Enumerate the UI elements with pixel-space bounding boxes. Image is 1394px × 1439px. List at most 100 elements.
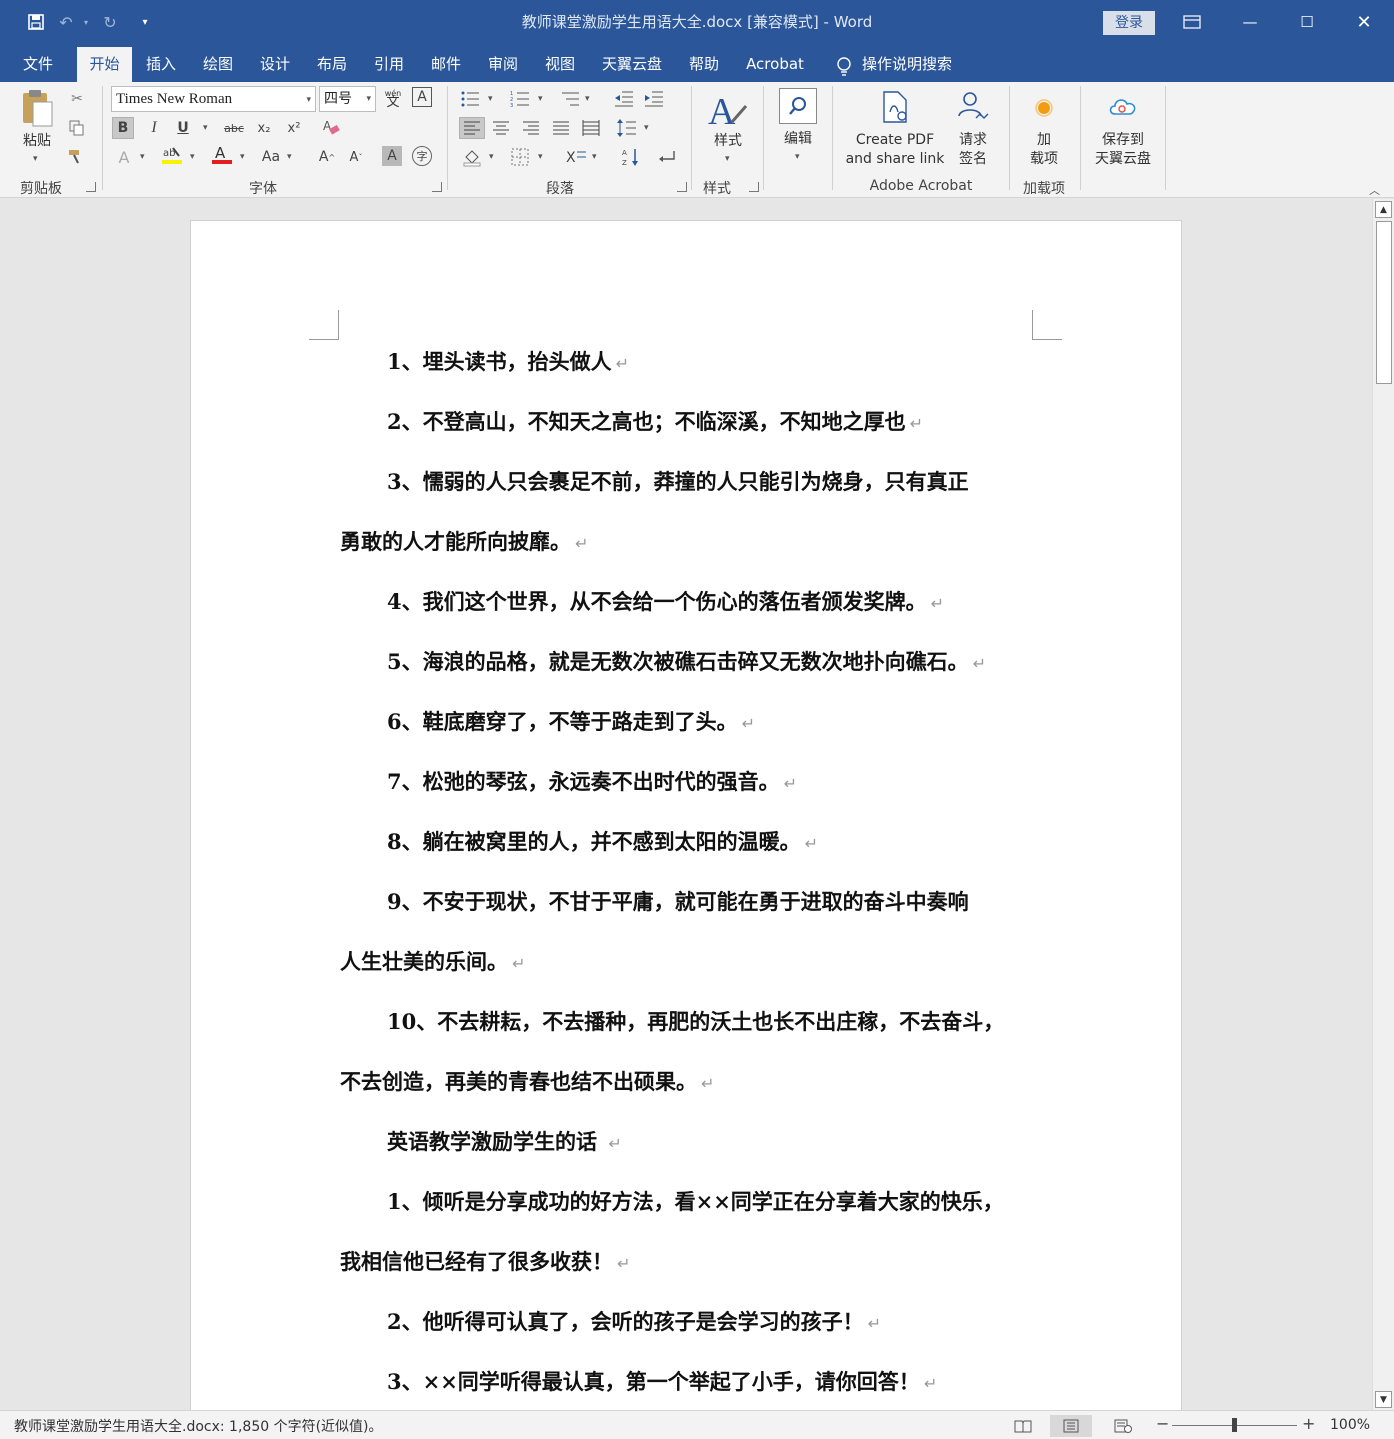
numbering-dropdown-icon[interactable]: ▾ — [538, 94, 543, 104]
zoom-in-icon[interactable]: + — [1302, 1414, 1315, 1433]
underline-dropdown-icon[interactable]: ▾ — [203, 123, 208, 133]
login-button[interactable]: 登录 — [1103, 11, 1155, 35]
line-spacing-icon[interactable] — [616, 117, 638, 139]
paragraph[interactable]: 英语教学激励学生的话 ↵ — [387, 1127, 622, 1159]
strikethrough-icon[interactable]: abc — [222, 117, 246, 139]
paste-dropdown-icon[interactable]: ▾ — [33, 154, 38, 164]
tab-tianyi-cloud[interactable]: 天翼云盘 — [590, 47, 674, 82]
increase-indent-icon[interactable] — [643, 88, 665, 110]
tab-view[interactable]: 视图 — [533, 47, 587, 82]
underline-icon[interactable]: U — [172, 117, 194, 139]
tab-help[interactable]: 帮助 — [677, 47, 731, 82]
tab-insert[interactable]: 插入 — [134, 47, 188, 82]
distributed-icon[interactable] — [580, 117, 602, 139]
paragraph[interactable]: 3、××同学听得最认真，第一个举起了小手，请你回答！ ↵ — [387, 1367, 937, 1399]
zoom-level[interactable]: 100% — [1330, 1417, 1370, 1433]
align-center-icon[interactable] — [490, 117, 512, 139]
read-mode-icon[interactable] — [1002, 1415, 1044, 1437]
tab-draw[interactable]: 绘图 — [191, 47, 245, 82]
tab-references[interactable]: 引用 — [362, 47, 416, 82]
collapse-ribbon-icon[interactable]: ︿ — [1369, 182, 1380, 198]
paragraph[interactable]: 6、鞋底磨穿了，不等于路走到了头。 ↵ — [387, 707, 755, 739]
copy-icon[interactable] — [66, 117, 88, 139]
grow-font-icon[interactable]: A ^ — [316, 146, 338, 168]
tab-home[interactable]: 开始 — [77, 47, 132, 82]
italic-icon[interactable]: I — [143, 117, 165, 139]
multilevel-list-icon[interactable] — [559, 88, 581, 110]
paragraph[interactable]: 1、埋头读书，抬头做人 ↵ — [387, 347, 629, 379]
editing-dropdown-icon[interactable]: ▾ — [795, 152, 800, 162]
zoom-out-icon[interactable]: − — [1156, 1414, 1169, 1433]
ribbon-display-options-icon[interactable] — [1164, 0, 1220, 44]
styles-launcher-icon[interactable] — [749, 182, 759, 192]
borders-icon[interactable] — [509, 146, 531, 168]
paragraph[interactable]: 9、不安于现状，不甘于平庸，就可能在勇于进取的奋斗中奏响 — [387, 887, 969, 917]
enclose-characters-icon[interactable]: 字 — [412, 146, 432, 166]
scroll-thumb[interactable] — [1376, 221, 1392, 384]
text-effects-icon[interactable]: A — [113, 146, 135, 168]
paragraph[interactable]: 7、松弛的琴弦，永远奏不出时代的强音。 ↵ — [387, 767, 797, 799]
character-border-icon[interactable]: A — [412, 87, 432, 107]
paragraph[interactable]: 不去创造，再美的青春也结不出硕果。 ↵ — [340, 1067, 714, 1099]
change-case-dropdown-icon[interactable]: ▾ — [287, 152, 292, 162]
line-spacing-dropdown-icon[interactable]: ▾ — [644, 123, 649, 133]
tab-review[interactable]: 审阅 — [476, 47, 530, 82]
document-page[interactable]: 1、埋头读书，抬头做人 ↵ 2、不登高山，不知天之高也；不临深溪，不知地之厚也 ↵ 3、… — [190, 220, 1182, 1410]
paragraph[interactable]: 8、躺在被窝里的人，并不感到太阳的温暖。 ↵ — [387, 827, 818, 859]
align-right-icon[interactable] — [520, 117, 542, 139]
superscript-icon[interactable]: x² — [283, 117, 305, 139]
paragraph[interactable]: 10、不去耕耘，不去播种，再肥的沃土也长不出庄稼，不去奋斗， — [387, 1007, 1004, 1037]
tab-acrobat[interactable]: Acrobat — [734, 47, 816, 82]
decrease-indent-icon[interactable] — [613, 88, 635, 110]
paragraph[interactable]: 4、我们这个世界，从不会给一个伤心的落伍者颁发奖牌。 ↵ — [387, 587, 944, 619]
character-shading-icon[interactable]: A — [382, 146, 402, 166]
shrink-font-icon[interactable]: Aˇ — [345, 146, 367, 168]
sort-icon[interactable]: AZ — [620, 146, 642, 168]
scroll-down-icon[interactable]: ▼ — [1375, 1391, 1392, 1408]
close-icon[interactable]: ✕ — [1336, 0, 1392, 44]
shading-icon[interactable] — [461, 146, 483, 168]
numbering-icon[interactable]: 123 — [509, 88, 531, 110]
change-case-icon[interactable]: Aa — [260, 146, 282, 168]
paragraph[interactable]: 勇敢的人才能所向披靡。 ↵ — [340, 527, 588, 559]
paragraph[interactable]: 2、不登高山，不知天之高也；不临深溪，不知地之厚也 ↵ — [387, 407, 923, 439]
chinese-layout-icon[interactable]: X — [565, 146, 587, 168]
maximize-icon[interactable]: ☐ — [1279, 0, 1335, 44]
tab-layout[interactable]: 布局 — [305, 47, 359, 82]
clipboard-launcher-icon[interactable] — [86, 182, 96, 192]
format-painter-icon[interactable] — [66, 145, 88, 167]
word-count-status[interactable]: 教师课堂激励学生用语大全.docx: 1,850 个字符(近似值)。 — [14, 1416, 383, 1436]
print-layout-icon[interactable] — [1050, 1415, 1092, 1437]
web-layout-icon[interactable] — [1102, 1415, 1144, 1437]
scroll-up-icon[interactable]: ▲ — [1375, 201, 1392, 218]
paragraph[interactable]: 1、倾听是分享成功的好方法，看××同学正在分享着大家的快乐， — [387, 1187, 1004, 1217]
font-color-dropdown-icon[interactable]: ▾ — [240, 152, 245, 162]
tab-design[interactable]: 设计 — [248, 47, 302, 82]
save-to-cloud-button[interactable]: 保存到 天翼云盘 — [1088, 88, 1158, 170]
text-effects-dropdown-icon[interactable]: ▾ — [140, 152, 145, 162]
paragraph[interactable]: 2、他听得可认真了，会听的孩子是会学习的孩子！ ↵ — [387, 1307, 881, 1339]
request-signature-button[interactable]: 请求 签名 — [950, 88, 996, 170]
paragraph[interactable]: 3、懦弱的人只会裹足不前，莽撞的人只能引为烧身，只有真正 — [387, 467, 969, 497]
create-pdf-button[interactable]: Create PDF and share link — [842, 88, 948, 170]
bullets-dropdown-icon[interactable]: ▾ — [488, 94, 493, 104]
shading-dropdown-icon[interactable]: ▾ — [489, 152, 494, 162]
highlight-icon[interactable]: ab — [161, 144, 183, 166]
cut-icon[interactable]: ✂ — [66, 88, 88, 110]
zoom-slider-thumb[interactable] — [1232, 1418, 1237, 1432]
tab-mailings[interactable]: 邮件 — [419, 47, 473, 82]
addins-button[interactable]: 加 载项 — [1020, 88, 1068, 170]
document-area[interactable]: 1、埋头读书，抬头做人 ↵ 2、不登高山，不知天之高也；不临深溪，不知地之厚也 ↵ 3、… — [0, 199, 1372, 1410]
subscript-icon[interactable]: x₂ — [253, 117, 275, 139]
bullets-icon[interactable] — [459, 88, 481, 110]
paragraph[interactable]: 人生壮美的乐间。 ↵ — [340, 947, 525, 979]
vertical-scrollbar[interactable]: ▲ ▼ — [1372, 199, 1394, 1410]
borders-dropdown-icon[interactable]: ▾ — [538, 152, 543, 162]
chinese-layout-dropdown-icon[interactable]: ▾ — [592, 152, 597, 162]
styles-button[interactable]: A 样式 ▾ — [700, 86, 756, 170]
paste-button[interactable]: 粘贴 ▾ — [14, 88, 60, 168]
styles-dropdown-icon[interactable]: ▾ — [725, 154, 730, 164]
align-left-icon[interactable] — [459, 117, 485, 139]
paragraph[interactable]: 我相信他已经有了很多收获！ ↵ — [340, 1247, 630, 1279]
tell-me-search[interactable]: 操作说明搜索 — [836, 47, 952, 82]
